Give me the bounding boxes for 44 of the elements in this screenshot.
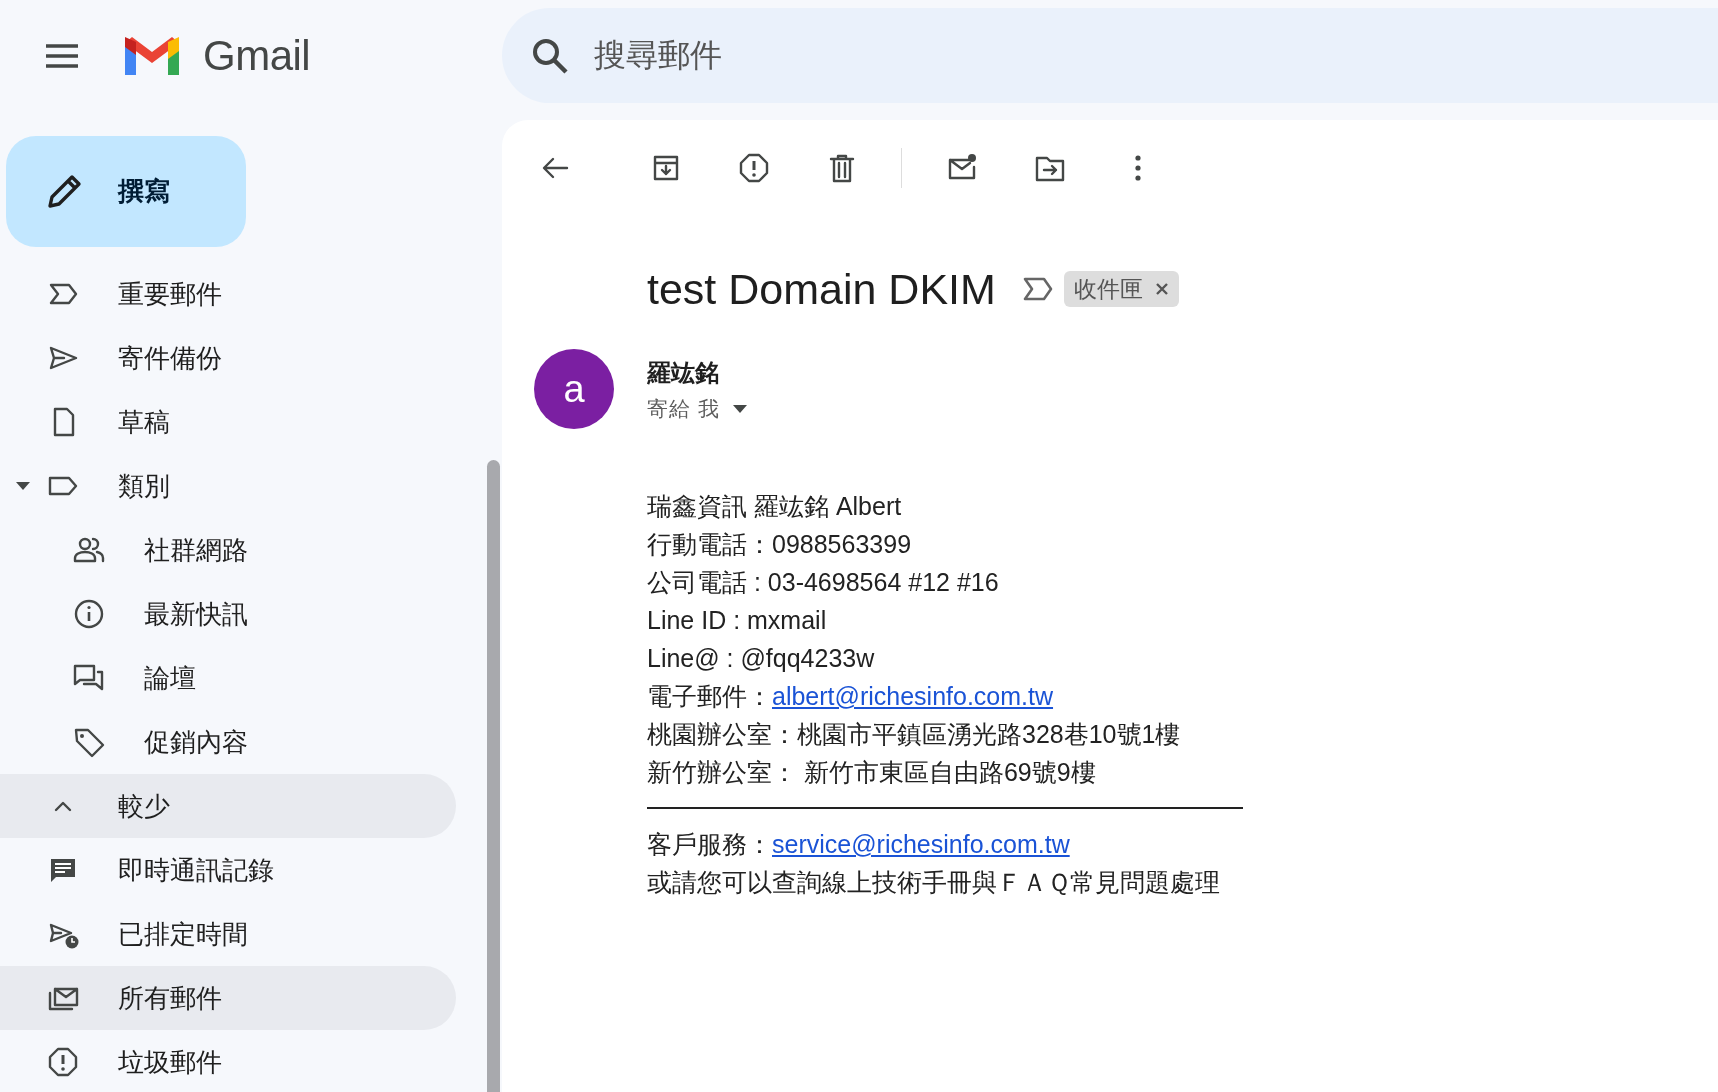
label-chip: 收件匣	[1063, 271, 1179, 307]
importance-marker-icon[interactable]	[1021, 276, 1054, 302]
email-link[interactable]: service@richesinfo.com.tw	[772, 825, 1070, 863]
nav-item[interactable]: 所有郵件	[0, 966, 456, 1030]
menu-icon[interactable]	[43, 41, 81, 71]
email-subject: test Domain DKIM	[647, 264, 996, 314]
field-label: 電子郵件：	[647, 681, 772, 712]
chevron-up-icon	[54, 800, 72, 812]
recipient-text: 寄給 我	[647, 396, 720, 422]
scrollbar[interactable]	[487, 460, 500, 1092]
nav-item[interactable]: 重要郵件	[0, 262, 456, 326]
nav-item[interactable]: 社群網路	[0, 518, 456, 582]
nav-item[interactable]: 促銷內容	[0, 710, 456, 774]
nav-item[interactable]: 即時通訊記錄	[0, 838, 456, 902]
sender-name: 羅竑銘	[647, 358, 720, 388]
compose-button[interactable]: 撰寫	[6, 136, 246, 247]
nav-item[interactable]: 論壇	[0, 646, 456, 710]
more-icon	[1135, 155, 1141, 181]
caret-down-icon[interactable]	[731, 404, 748, 414]
body-text: 新竹辦公室： 新竹市東區自由路69號9樓	[647, 757, 1097, 788]
nav-item[interactable]: 寄件備份	[0, 326, 456, 390]
avatar: a	[534, 349, 614, 429]
body-text: 或請您可以查詢線上技術手冊與ＦＡＱ常見問題處理	[647, 867, 1221, 898]
info-icon	[72, 597, 106, 631]
nav-item[interactable]: 垃圾郵件	[0, 1030, 456, 1092]
email-link[interactable]: albert@richesinfo.com.tw	[772, 677, 1054, 715]
body-text: 瑞鑫資訊 羅竑銘 Albert	[647, 491, 903, 522]
nav-item[interactable]: 草稿	[0, 390, 456, 454]
nav-item[interactable]: 類別	[0, 454, 456, 518]
body-text: Line@ : @fqq4233w	[647, 643, 876, 674]
body-text: Line ID : mxmail	[647, 605, 828, 636]
field-label: 客戶服務：	[647, 829, 772, 860]
body-text: 行動電話：0988563399	[647, 529, 913, 560]
body-text: 桃園辦公室：桃園市平鎮區湧光路328巷10號1樓	[647, 719, 1182, 750]
nav-item[interactable]: 已排定時間	[0, 902, 456, 966]
close-icon[interactable]	[1154, 282, 1169, 296]
caret-down-icon[interactable]	[14, 480, 32, 492]
spam-icon	[46, 1045, 80, 1079]
body-text: 公司電話 : 03-4698564 #12 #16	[647, 567, 1000, 598]
nav-item[interactable]: 較少	[0, 774, 456, 838]
nav-item[interactable]: 最新快訊	[0, 582, 456, 646]
product-name: Gmail	[203, 32, 311, 80]
search-field[interactable]: 搜尋郵件	[592, 36, 1196, 75]
report-spam-icon	[738, 152, 770, 184]
